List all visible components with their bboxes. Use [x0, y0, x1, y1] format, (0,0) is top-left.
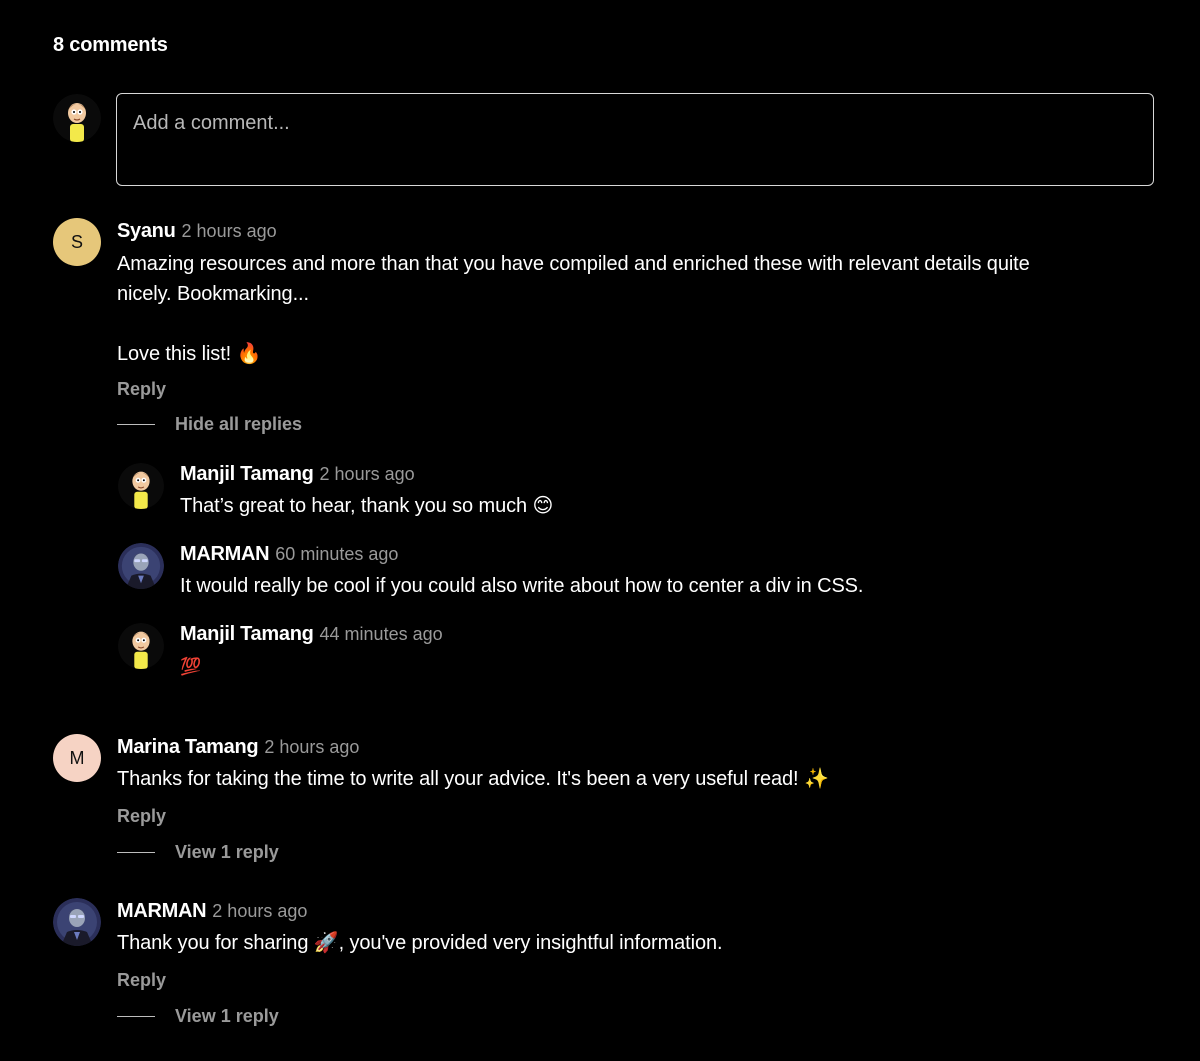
avatar: S [53, 218, 101, 266]
reply-time: 2 hours ago [319, 464, 415, 484]
avatar [53, 898, 101, 946]
comment-input[interactable] [133, 112, 1137, 167]
comments-count: 8 comments [53, 34, 168, 56]
comment-author[interactable]: Marina Tamang [117, 736, 259, 758]
thread-divider [117, 424, 155, 425]
avatar-letter: S [70, 231, 83, 252]
reply-text: That’s great to hear, thank you so much … [180, 495, 554, 517]
reply-meta: MARMAN 60 minutes ago [180, 543, 398, 566]
comment-text: Thanks for taking the time to write all … [117, 768, 829, 790]
reply-time: 60 minutes ago [275, 544, 399, 564]
reply-avatar [118, 543, 164, 589]
reply-time: 44 minutes ago [319, 624, 443, 644]
comment-meta: Syanu 2 hours ago [117, 220, 277, 243]
reply-avatar [118, 623, 164, 669]
reply-meta: Manjil Tamang 2 hours ago [180, 463, 415, 486]
thread-divider [117, 852, 155, 853]
comment-meta: MARMAN 2 hours ago [117, 900, 307, 923]
view-replies-label: View 1 reply [175, 842, 279, 862]
reply-button[interactable]: Reply [117, 806, 166, 827]
reply-author[interactable]: MARMAN [180, 543, 270, 565]
avatar-letter: M [69, 747, 85, 768]
reply-author[interactable]: Manjil Tamang [180, 463, 314, 485]
view-replies-button[interactable]: View 1 reply [117, 1006, 279, 1027]
reply-button[interactable]: Reply [117, 970, 166, 991]
comment-time: 2 hours ago [212, 901, 308, 921]
avatar: M [53, 734, 101, 782]
comment-text-line: Love this list! 🔥 [117, 343, 262, 365]
reply-button[interactable]: Reply [117, 379, 166, 400]
comment-text-line: Amazing resources and more than that you… [117, 253, 1030, 275]
comment-text: Amazing resources and more than that you… [117, 249, 1167, 369]
comment-time: 2 hours ago [181, 221, 277, 241]
reply-text: It would really be cool if you could als… [180, 575, 864, 597]
comments-section: 8 comments S Syanu2 hours ago Amazing re… [0, 0, 1200, 1061]
comment-author[interactable]: Syanu [117, 220, 176, 242]
reply-author[interactable]: Manjil Tamang [180, 623, 314, 645]
view-replies-label: View 1 reply [175, 1006, 279, 1026]
comment-input-box[interactable] [116, 93, 1154, 186]
current-user-avatar [53, 94, 101, 142]
comment-author[interactable]: MARMAN [117, 900, 207, 922]
comment-meta: Marina Tamang 2 hours ago [117, 736, 359, 759]
hide-replies-button[interactable]: Hide all replies [117, 414, 302, 435]
view-replies-button[interactable]: View 1 reply [117, 842, 279, 863]
reply-text: 💯 [180, 657, 202, 676]
hide-replies-label: Hide all replies [175, 414, 303, 434]
comment-text: Thank you for sharing 🚀, you've provided… [117, 932, 723, 954]
reply-avatar [118, 463, 164, 509]
reply-meta: Manjil Tamang 44 minutes ago [180, 623, 443, 646]
comment-text-line: nicely. Bookmarking... [117, 283, 309, 305]
comment-time: 2 hours ago [264, 737, 360, 757]
thread-divider [117, 1016, 155, 1017]
